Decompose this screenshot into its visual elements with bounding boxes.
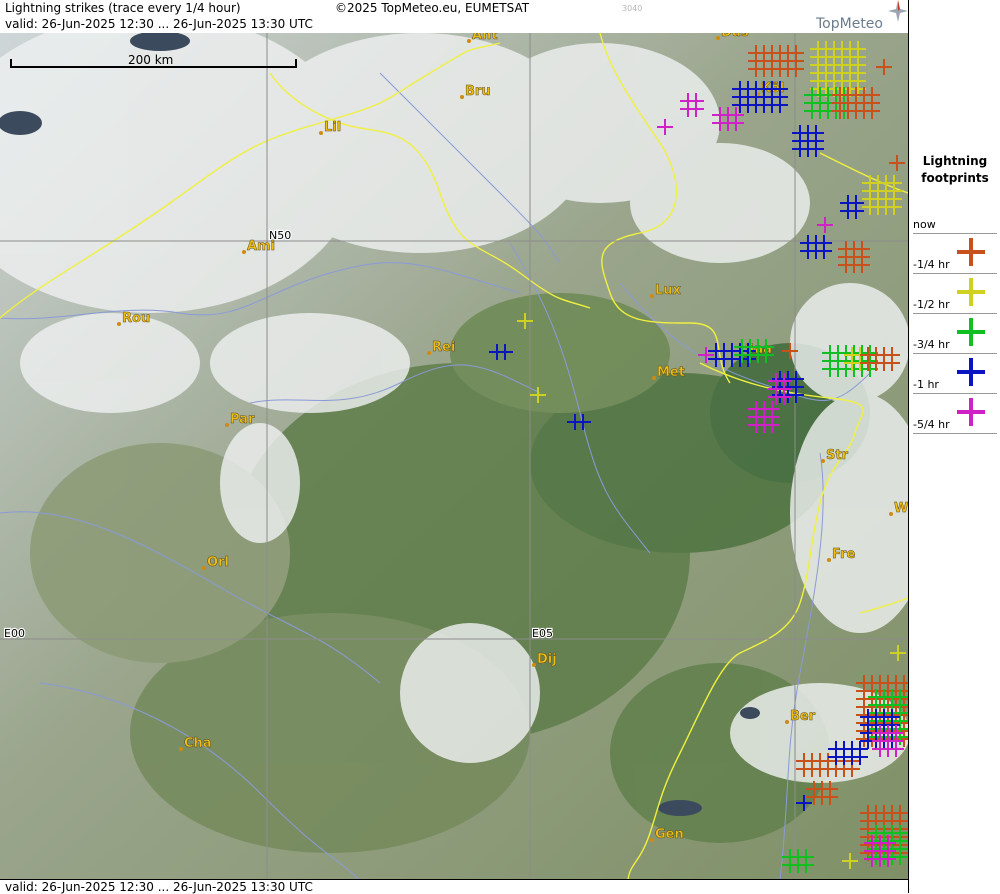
legend-panel: Lightning footprints now -1/4 hr -1/2 hr -3… xyxy=(908,0,1000,893)
city-label: Str xyxy=(826,448,849,463)
city-label: W xyxy=(894,501,908,516)
city-label: Cha xyxy=(184,736,212,751)
scale-label: 200 km xyxy=(128,53,173,67)
legend-strike-icon xyxy=(957,398,985,426)
city-label: Met xyxy=(657,365,685,380)
city-dot xyxy=(179,747,183,751)
city-label: Ber xyxy=(790,709,816,724)
legend-row-label: -1 hr xyxy=(913,378,939,391)
legend-title-line2: footprints xyxy=(921,171,989,185)
city-dot xyxy=(319,131,323,135)
city-dot xyxy=(117,322,121,326)
city-dot xyxy=(242,250,246,254)
grid-label-e05: E05 xyxy=(532,627,553,640)
legend-row: now xyxy=(909,216,1000,236)
city-dot xyxy=(650,838,654,842)
city-label: Lux xyxy=(655,283,682,298)
city-label: Fre xyxy=(832,547,855,562)
city-dot xyxy=(532,663,536,667)
topmeteo-logo: TopMeteo xyxy=(816,16,883,32)
legend-row-label: -3/4 hr xyxy=(913,338,950,351)
legend-title-line1: Lightning xyxy=(922,154,988,168)
city-label: Rei xyxy=(432,340,455,355)
legend-row: -1/4 hr xyxy=(909,238,1000,276)
city-label: Ami xyxy=(247,239,275,254)
legend-row: -3/4 hr xyxy=(909,318,1000,356)
city-dot xyxy=(889,512,893,516)
valid-time-top: valid: 26-Jun-2025 12:30 ... 26-Jun-2025… xyxy=(5,17,313,31)
legend-row: -1 hr xyxy=(909,358,1000,396)
map-footer: valid: 26-Jun-2025 12:30 ... 26-Jun-2025… xyxy=(0,879,908,894)
city-dot xyxy=(716,36,720,40)
city-label: Orl xyxy=(207,555,229,570)
legend-row-label: -1/4 hr xyxy=(913,258,950,271)
city-label: Düs xyxy=(721,33,749,40)
valid-time-bottom: valid: 26-Jun-2025 12:30 ... 26-Jun-2025… xyxy=(5,880,313,894)
city-dot xyxy=(821,459,825,463)
compass-star-icon xyxy=(888,0,908,26)
legend-strike-icon xyxy=(957,278,985,306)
city-label: Par xyxy=(230,412,255,427)
legend-title: Lightning footprints xyxy=(909,153,1000,187)
city-dot xyxy=(785,720,789,724)
city-dot xyxy=(427,351,431,355)
grid-label-e00: E00 xyxy=(4,627,25,640)
legend-row-label: -5/4 hr xyxy=(913,418,950,431)
legend-row-label: -1/2 hr xyxy=(913,298,950,311)
city-label: Bru xyxy=(465,84,491,99)
city-dot xyxy=(827,558,831,562)
legend-row: -5/4 hr xyxy=(909,398,1000,436)
city-dot xyxy=(652,376,656,380)
product-code: 3040 xyxy=(622,4,643,13)
city-label: Rou xyxy=(122,311,150,326)
map-title: Lightning strikes (trace every 1/4 hour) xyxy=(5,1,241,15)
city-label: Gen xyxy=(655,827,684,842)
map-header: Lightning strikes (trace every 1/4 hour)… xyxy=(0,0,908,33)
copyright-notice: ©2025 TopMeteo.eu, EUMETSAT xyxy=(335,1,530,15)
legend-row-label: now xyxy=(913,218,936,231)
legend-strike-icon xyxy=(957,318,985,346)
city-dot xyxy=(650,294,654,298)
city-label: Dij xyxy=(537,652,557,667)
legend-strike-icon xyxy=(957,238,985,266)
city-label: Ant xyxy=(472,33,498,43)
city-label: Lil xyxy=(324,120,341,135)
satellite-map[interactable]: N50 E00 E05 200 km AntDüsBruLilKölAmiLux… xyxy=(0,33,908,880)
legend-row: -1/2 hr xyxy=(909,278,1000,316)
legend-strike-icon xyxy=(957,358,985,386)
city-dot xyxy=(460,95,464,99)
city-dot xyxy=(467,39,471,43)
legend-separator xyxy=(913,433,997,434)
city-dot xyxy=(202,566,206,570)
city-dot xyxy=(225,423,229,427)
